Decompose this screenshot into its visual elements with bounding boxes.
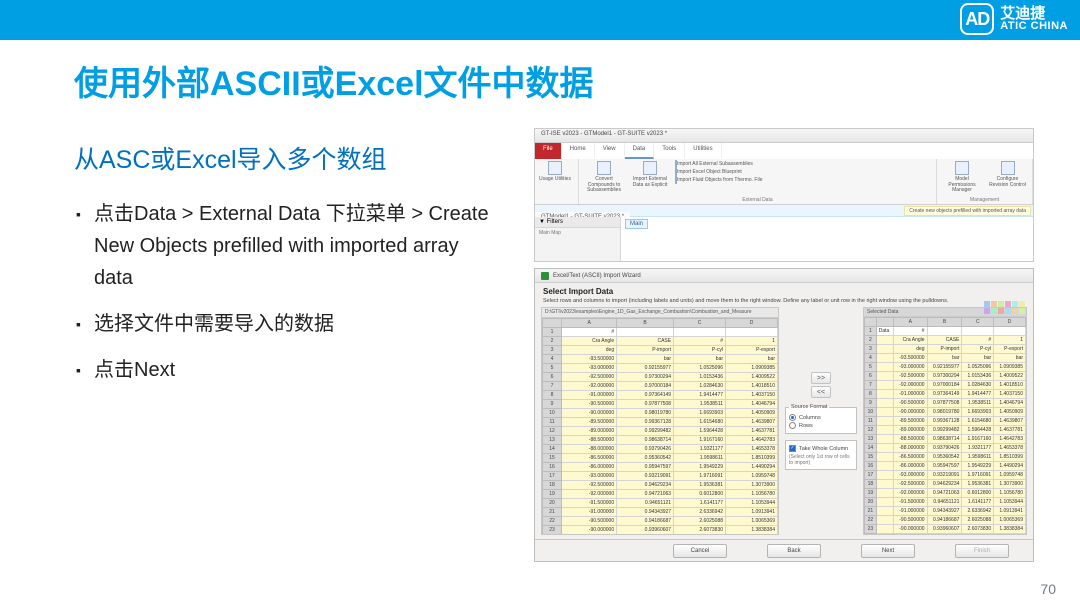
import-blueprint-link[interactable]: Import Excel Object Blueprint xyxy=(675,169,763,175)
slide-topbar: AD 艾迪捷 ATIC CHINA xyxy=(0,0,1080,40)
bullet-item: 点击Next xyxy=(74,354,494,386)
brand-cn: 艾迪捷 xyxy=(1000,6,1068,21)
excel-icon xyxy=(541,272,549,280)
take-whole-checkbox[interactable]: ✓Take Whole Column xyxy=(789,445,853,452)
nav-main-map[interactable]: Main Map xyxy=(535,228,620,238)
canvas-tab-main[interactable]: Main xyxy=(625,219,648,229)
selected-table[interactable]: Selected Data ABCD1Data#2Cra AngleCASE#1… xyxy=(863,307,1027,535)
source-table[interactable]: D:\GTI\v2023\examples\Engine_1D_Gas_Exch… xyxy=(541,307,779,535)
status-row: GTModel1 - GT-SUITE v2023 * Create new o… xyxy=(535,205,1033,217)
wizard-titlebar: Excel/Text (ASCII) Import Wizard xyxy=(535,269,1033,283)
slide-subtitle: 从ASC或Excel导入多个数组 xyxy=(74,140,387,176)
radio-rows[interactable]: Rows xyxy=(789,422,853,429)
take-whole-group: ✓Take Whole Column (Select only 1st row … xyxy=(785,440,857,470)
bullet-list: 点击Data > External Data 下拉菜单 > Create New… xyxy=(74,198,494,400)
revision-button[interactable]: Configure Revision Control xyxy=(987,161,1028,188)
gear-icon xyxy=(1001,161,1015,175)
tab-tools[interactable]: Tools xyxy=(654,143,685,159)
back-button[interactable]: Back xyxy=(767,544,821,558)
next-button[interactable]: Next xyxy=(861,544,915,558)
brand-en: ATIC CHINA xyxy=(1000,21,1068,32)
filters-pane: ▼ Filters Main Map xyxy=(535,217,621,261)
tab-data[interactable]: Data xyxy=(625,143,655,159)
import-icon xyxy=(643,161,657,175)
cancel-button[interactable]: Cancel xyxy=(673,544,727,558)
color-legend xyxy=(984,301,1025,314)
app-window: GT-ISE v2023 - GTModel1 - GT-SUITE v2023… xyxy=(534,128,1034,262)
convert-icon xyxy=(597,161,611,175)
usage-utilities-button[interactable]: Usage Utilities xyxy=(539,161,571,183)
source-format-group: Source Format Columns Rows xyxy=(785,404,857,434)
move-right-button[interactable]: >> xyxy=(811,372,831,384)
lock-icon xyxy=(955,161,969,175)
slide-title: 使用外部ASCII或Excel文件中数据 xyxy=(74,56,594,105)
radio-icon xyxy=(789,414,796,421)
source-path: D:\GTI\v2023\examples\Engine_1D_Gas_Exch… xyxy=(542,308,778,318)
bullet-item: 选择文件中需要导入的数据 xyxy=(74,308,494,340)
import-subassemblies-link[interactable]: Import All External Subassemblies xyxy=(675,161,763,167)
tab-file[interactable]: File xyxy=(535,143,562,159)
take-help: (Select only 1st row of cells to import) xyxy=(789,454,853,466)
import-fluid-link[interactable]: Import Fluid Objects from Thermo. File xyxy=(675,177,763,183)
status-hint: Create new objects prefilled with import… xyxy=(904,206,1031,216)
page-number: 70 xyxy=(1040,581,1056,597)
external-links: Import All External Subassemblies Import… xyxy=(675,161,763,183)
radio-icon xyxy=(789,422,796,429)
wizard-footer: Cancel Back Next Finish xyxy=(535,539,1033,561)
wizard-heading: Select Import Data xyxy=(543,287,1025,296)
move-left-button[interactable]: << xyxy=(811,386,831,398)
radio-columns[interactable]: Columns xyxy=(789,414,853,421)
canvas[interactable]: Main xyxy=(621,217,1033,261)
bullet-item: 点击Data > External Data 下拉菜单 > Create New… xyxy=(74,198,494,294)
transfer-controls: >> << Source Format Columns Rows ✓Take W… xyxy=(785,307,857,535)
brand-mark-icon: AD xyxy=(960,3,994,35)
wizard-subtext: Select rows and columns to import (inclu… xyxy=(543,298,1025,305)
check-icon: ✓ xyxy=(789,445,796,452)
tab-utilities[interactable]: Utilities xyxy=(685,143,721,159)
filters-header[interactable]: ▼ Filters xyxy=(535,217,620,228)
import-wizard: Excel/Text (ASCII) Import Wizard Select … xyxy=(534,268,1034,562)
app-tabbar: File Home View Data Tools Utilities xyxy=(535,143,1033,159)
tab-home[interactable]: Home xyxy=(562,143,595,159)
permissions-button[interactable]: Model Permissions Manager xyxy=(941,161,983,194)
ribbon: Usage Utilities Convert Compounds to Sub… xyxy=(535,159,1033,205)
app-titlebar: GT-ISE v2023 - GTModel1 - GT-SUITE v2023… xyxy=(535,129,1033,143)
tab-view[interactable]: View xyxy=(595,143,625,159)
convert-compounds-button[interactable]: Convert Compounds to Subassemblies xyxy=(583,161,625,194)
sigma-icon xyxy=(548,161,562,175)
brand-logo: AD 艾迪捷 ATIC CHINA xyxy=(960,3,1068,35)
import-explicit-button[interactable]: Import External Data as Explicit xyxy=(629,161,671,188)
finish-button[interactable]: Finish xyxy=(955,544,1009,558)
